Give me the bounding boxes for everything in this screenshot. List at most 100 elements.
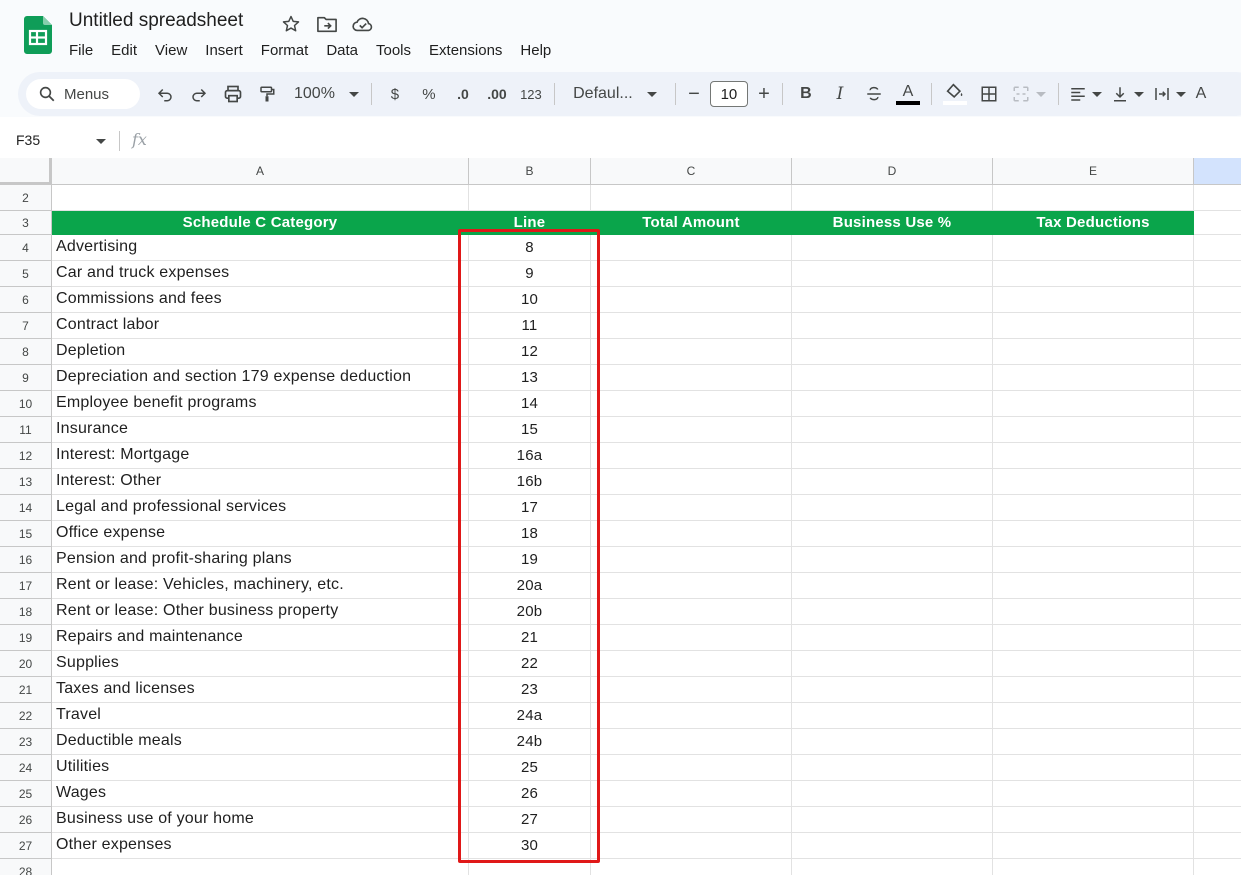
row-header[interactable]: 21 xyxy=(0,677,52,703)
cell[interactable] xyxy=(591,313,792,339)
menu-insert[interactable]: Insert xyxy=(196,40,252,61)
line-cell[interactable]: 20a xyxy=(469,573,591,599)
italic-button[interactable]: I xyxy=(823,79,857,109)
cell[interactable] xyxy=(792,365,993,391)
cell[interactable] xyxy=(1194,339,1241,365)
cell[interactable] xyxy=(591,573,792,599)
cell[interactable] xyxy=(1194,859,1241,875)
search-menus-button[interactable]: Menus xyxy=(26,79,140,109)
cell[interactable] xyxy=(591,443,792,469)
cell[interactable] xyxy=(1194,547,1241,573)
cell[interactable] xyxy=(1194,651,1241,677)
category-cell[interactable]: Insurance xyxy=(52,417,469,443)
cell[interactable] xyxy=(1194,417,1241,443)
row-header[interactable]: 28 xyxy=(0,859,52,875)
cell[interactable] xyxy=(993,807,1194,833)
cell[interactable] xyxy=(993,469,1194,495)
category-cell[interactable]: Legal and professional services xyxy=(52,495,469,521)
cell[interactable] xyxy=(1194,755,1241,781)
cell[interactable] xyxy=(993,495,1194,521)
category-cell[interactable]: Business use of your home xyxy=(52,807,469,833)
redo-button[interactable] xyxy=(182,79,216,109)
star-icon[interactable] xyxy=(278,12,304,36)
line-cell[interactable]: 10 xyxy=(469,287,591,313)
cell[interactable] xyxy=(469,859,591,875)
cell[interactable] xyxy=(1194,365,1241,391)
category-cell[interactable]: Pension and profit-sharing plans xyxy=(52,547,469,573)
cell[interactable] xyxy=(792,235,993,261)
menu-help[interactable]: Help xyxy=(511,40,560,61)
cell[interactable] xyxy=(591,235,792,261)
row-header[interactable]: 17 xyxy=(0,573,52,599)
cell[interactable] xyxy=(591,599,792,625)
name-box[interactable]: F35 xyxy=(16,132,40,148)
increase-decimal-button[interactable]: .00 xyxy=(480,79,514,109)
category-cell[interactable]: Employee benefit programs xyxy=(52,391,469,417)
line-cell[interactable]: 19 xyxy=(469,547,591,573)
column-header-c[interactable]: C xyxy=(591,158,792,185)
cell[interactable] xyxy=(792,859,993,875)
row-header[interactable]: 11 xyxy=(0,417,52,443)
cell[interactable] xyxy=(591,339,792,365)
cell[interactable] xyxy=(1194,469,1241,495)
cell[interactable] xyxy=(993,833,1194,859)
row-header[interactable]: 19 xyxy=(0,625,52,651)
cell[interactable] xyxy=(1194,495,1241,521)
cell[interactable] xyxy=(591,391,792,417)
paint-format-button[interactable] xyxy=(250,79,284,109)
row-header[interactable]: 18 xyxy=(0,599,52,625)
cell[interactable] xyxy=(792,469,993,495)
cell[interactable] xyxy=(1194,235,1241,261)
cell[interactable] xyxy=(792,521,993,547)
category-cell[interactable]: Repairs and maintenance xyxy=(52,625,469,651)
category-cell[interactable]: Travel xyxy=(52,703,469,729)
cell[interactable] xyxy=(993,703,1194,729)
cell[interactable] xyxy=(792,651,993,677)
cell[interactable] xyxy=(792,443,993,469)
text-color-button[interactable]: A xyxy=(891,79,925,109)
line-cell[interactable]: 20b xyxy=(469,599,591,625)
line-cell[interactable]: 22 xyxy=(469,651,591,677)
header-cell[interactable]: Schedule C Category xyxy=(52,211,469,235)
line-cell[interactable]: 12 xyxy=(469,339,591,365)
decrease-decimal-button[interactable]: .0 xyxy=(446,79,480,109)
cell[interactable] xyxy=(591,781,792,807)
font-size-input[interactable]: 10 xyxy=(709,81,748,107)
bold-button[interactable]: B xyxy=(789,79,823,109)
cell[interactable] xyxy=(993,547,1194,573)
category-cell[interactable]: Wages xyxy=(52,781,469,807)
line-cell[interactable]: 30 xyxy=(469,833,591,859)
cell[interactable] xyxy=(1194,185,1241,211)
cell[interactable] xyxy=(591,417,792,443)
line-cell[interactable]: 9 xyxy=(469,261,591,287)
row-header[interactable]: 2 xyxy=(0,185,52,211)
column-header-e[interactable]: E xyxy=(993,158,1194,185)
percent-format-button[interactable]: % xyxy=(412,79,446,109)
cell[interactable] xyxy=(591,261,792,287)
category-cell[interactable]: Deductible meals xyxy=(52,729,469,755)
line-cell[interactable]: 27 xyxy=(469,807,591,833)
cell[interactable] xyxy=(1194,391,1241,417)
category-cell[interactable]: Rent or lease: Vehicles, machinery, etc. xyxy=(52,573,469,599)
menu-edit[interactable]: Edit xyxy=(102,40,146,61)
cell[interactable] xyxy=(993,677,1194,703)
cell[interactable] xyxy=(792,833,993,859)
sheets-logo-icon[interactable] xyxy=(24,16,52,54)
text-rotation-button[interactable]: A xyxy=(1191,79,1211,109)
cell[interactable] xyxy=(591,677,792,703)
line-cell[interactable]: 21 xyxy=(469,625,591,651)
cell[interactable] xyxy=(52,859,469,875)
cell[interactable] xyxy=(1194,313,1241,339)
cell[interactable] xyxy=(792,625,993,651)
select-all-corner[interactable] xyxy=(0,158,52,185)
horizontal-align-button[interactable] xyxy=(1065,79,1107,109)
category-cell[interactable]: Car and truck expenses xyxy=(52,261,469,287)
cell[interactable] xyxy=(792,287,993,313)
cell[interactable] xyxy=(1194,599,1241,625)
currency-format-button[interactable]: $ xyxy=(378,79,412,109)
cell[interactable] xyxy=(993,261,1194,287)
row-header[interactable]: 15 xyxy=(0,521,52,547)
cell[interactable] xyxy=(591,547,792,573)
row-header[interactable]: 3 xyxy=(0,211,52,235)
cell[interactable] xyxy=(792,417,993,443)
